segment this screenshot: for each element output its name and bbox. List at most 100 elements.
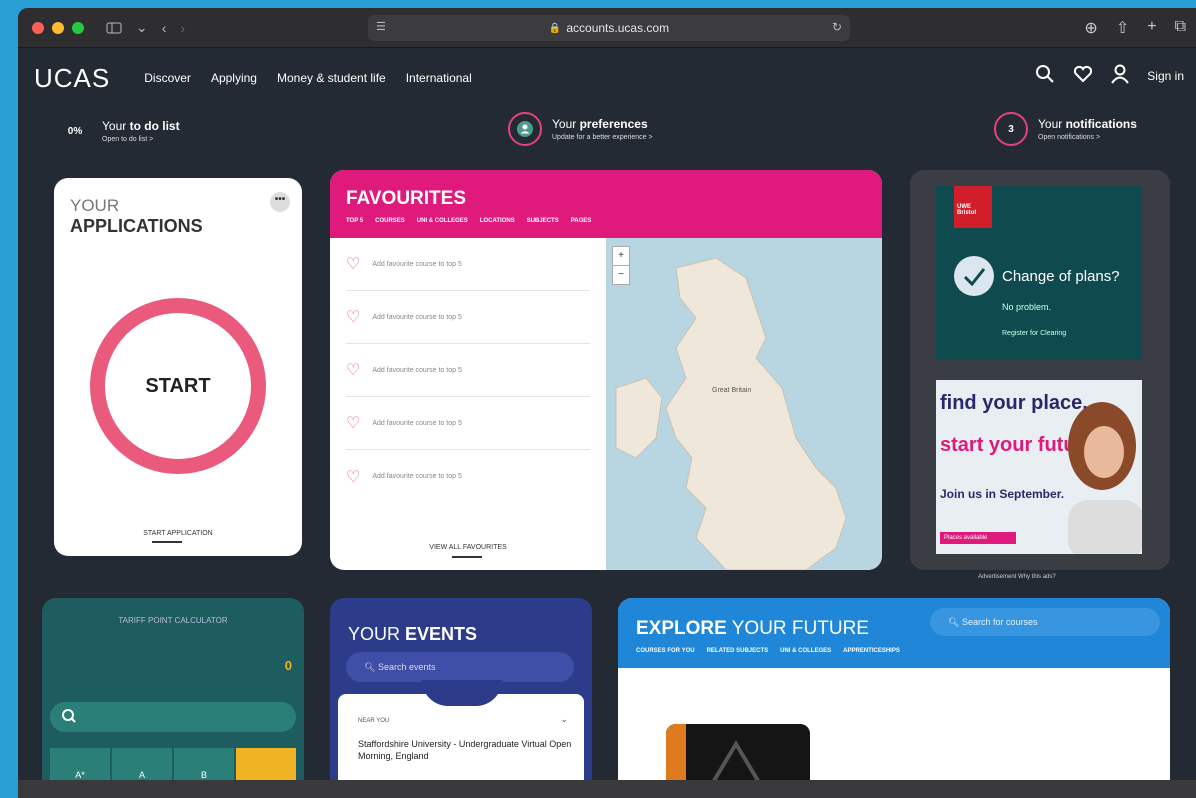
share-icon[interactable]: ⇧	[1116, 18, 1129, 38]
list-item[interactable]: ♡ Add favourite course to top 5	[346, 291, 590, 344]
tariff-total: 0	[284, 658, 292, 673]
tariff-search-input[interactable]	[50, 702, 296, 732]
minimize-window-button[interactable]	[52, 21, 64, 34]
zoom-in-button[interactable]: +	[613, 247, 629, 266]
nav-international[interactable]: International	[406, 71, 472, 85]
link-underline	[452, 556, 482, 558]
tabs-overview-icon[interactable]: ⧉	[1175, 18, 1186, 38]
downloads-icon[interactable]: ⊕	[1084, 18, 1097, 38]
search-icon[interactable]	[1035, 64, 1055, 87]
map-image: Great Britain	[615, 257, 847, 570]
notifications-link[interactable]: Open notifications >	[1038, 134, 1137, 141]
ucas-logo[interactable]: UCAS	[34, 63, 110, 94]
notifications-status[interactable]: 3 Your notifications Open notifications …	[994, 112, 1137, 146]
event-item[interactable]: Staffordshire University - Undergraduate…	[358, 738, 584, 762]
tab-apprenticeships[interactable]: APPRENTICESHIPS	[843, 648, 900, 654]
favourite-placeholder: Add favourite course to top 5	[372, 366, 462, 374]
preferences-prefix: Your	[552, 117, 580, 131]
advert-dundee[interactable]: find your place. start your future. Join…	[936, 380, 1142, 554]
forward-icon[interactable]: ›	[180, 20, 185, 36]
favourite-placeholder: Add favourite course to top 5	[372, 419, 462, 427]
applications-title-light: YOUR	[70, 196, 120, 215]
search-events-input[interactable]: 🔍︎ Search events	[346, 652, 574, 682]
back-icon[interactable]: ‹	[162, 20, 167, 36]
preferences-user-icon	[508, 112, 542, 146]
zoom-out-button[interactable]: −	[613, 266, 629, 284]
events-title: YOUR EVENTS	[348, 624, 477, 645]
heart-icon: ♡	[346, 415, 361, 432]
tab-uni-colleges[interactable]: UNI & COLLEGES	[417, 218, 468, 224]
explore-title-bold: EXPLORE	[636, 618, 727, 639]
user-icon[interactable]	[1111, 64, 1130, 87]
list-item[interactable]: ♡ Add favourite course to top 5	[346, 344, 590, 397]
more-options-button[interactable]: •••	[270, 192, 290, 212]
map-zoom-controls: + −	[612, 246, 630, 285]
view-all-favourites-link[interactable]: VIEW ALL FAVOURITES	[330, 544, 606, 551]
notifications-label: notifications	[1065, 117, 1137, 131]
reload-icon[interactable]: ↻	[832, 20, 842, 34]
register-clearing-link[interactable]: Register for Clearing	[1002, 330, 1066, 337]
near-you-label: NEAR YOU	[358, 718, 390, 724]
heart-icon: ♡	[346, 256, 361, 273]
tab-top-5[interactable]: TOP 5	[346, 218, 363, 224]
checkmark-icon	[954, 256, 994, 296]
start-application-link[interactable]: START APPLICATION	[54, 530, 302, 537]
heart-icon: ♡	[346, 309, 361, 326]
favourite-placeholder: Add favourite course to top 5	[372, 473, 462, 480]
nav-money-student-life[interactable]: Money & student life	[277, 71, 386, 85]
search-courses-input[interactable]: 🔍︎ Search for courses	[930, 608, 1160, 636]
favourites-header: FAVOURITES TOP 5 COURSES UNI & COLLEGES …	[330, 170, 882, 238]
tab-subjects[interactable]: SUBJECTS	[527, 218, 559, 224]
todo-percent: 0%	[67, 125, 83, 137]
sign-in-link[interactable]: Sign in	[1147, 69, 1184, 83]
zoom-window-button[interactable]	[72, 21, 84, 34]
tab-courses-for-you[interactable]: COURSES FOR YOU	[636, 648, 695, 654]
sidebar-icon[interactable]	[106, 22, 122, 34]
preferences-status[interactable]: Your preferences Update for a better exp…	[508, 112, 653, 146]
start-application-ring[interactable]: START	[90, 298, 266, 474]
events-title-light: YOUR	[348, 624, 406, 644]
advert-card: UWE Bristol Change of plans? No problem.…	[910, 170, 1170, 570]
todo-status[interactable]: 0% Your to do list Open to do list >	[58, 114, 180, 148]
nav-discover[interactable]: Discover	[144, 71, 191, 85]
notifications-count: 3	[994, 112, 1028, 146]
favourites-title: FAVOURITES	[346, 188, 466, 209]
places-available-button[interactable]: Places available	[940, 532, 1016, 544]
search-icon	[50, 709, 80, 736]
tariff-title: TARIFF POINT CALCULATOR	[118, 616, 228, 625]
address-bar[interactable]: ☰ 🔒 accounts.ucas.com ↻	[368, 15, 850, 41]
preferences-link[interactable]: Update for a better experience >	[552, 134, 653, 141]
new-tab-icon[interactable]: +	[1147, 18, 1156, 38]
events-card: YOUR EVENTS 🔍︎ Search events NEAR YOU ⌄ …	[330, 598, 592, 798]
advertisement-label[interactable]: Advertisement Why this ads?	[978, 574, 1056, 580]
heart-icon: ♡	[346, 468, 361, 486]
heart-icon[interactable]	[1073, 65, 1093, 86]
todo-link[interactable]: Open to do list >	[102, 136, 180, 143]
url-text: accounts.ucas.com	[566, 21, 670, 35]
chevron-down-icon[interactable]: ⌄	[136, 19, 148, 36]
explore-card: EXPLORE YOUR FUTURE COURSES FOR YOU RELA…	[618, 598, 1170, 798]
favourites-map[interactable]: Great Britain + −	[606, 238, 882, 570]
tab-pages[interactable]: PAGES	[571, 218, 592, 224]
list-item[interactable]: ♡ Add favourite course to top 5	[346, 450, 590, 503]
advert-uwe[interactable]: UWE Bristol Change of plans? No problem.…	[936, 186, 1142, 360]
dashboard-status-row: 0% Your to do list Open to do list > You…	[18, 108, 1196, 158]
tab-courses[interactable]: COURSES	[375, 218, 405, 224]
favourite-placeholder: Add favourite course to top 5	[372, 260, 462, 268]
nav-applying[interactable]: Applying	[211, 71, 257, 85]
chevron-down-icon[interactable]: ⌄	[560, 714, 568, 725]
list-item[interactable]: ♡ Add favourite course to top 5	[346, 238, 590, 291]
list-item[interactable]: ♡ Add favourite course to top 5	[346, 397, 590, 450]
panel-notch	[422, 680, 502, 706]
page-settings-icon[interactable]: ☰	[376, 20, 386, 33]
tab-locations[interactable]: LOCATIONS	[480, 218, 515, 224]
uwe-logo: UWE Bristol	[954, 186, 992, 228]
favourites-list: ♡ Add favourite course to top 5 ♡ Add favo…	[330, 238, 606, 503]
tab-uni-colleges[interactable]: UNI & COLLEGES	[780, 648, 831, 654]
events-title-bold: EVENTS	[405, 624, 478, 644]
close-window-button[interactable]	[32, 21, 44, 34]
advert-person-image	[1068, 402, 1142, 554]
site-header: UCAS Discover Applying Money & student l…	[18, 48, 1196, 108]
tab-related-subjects[interactable]: RELATED SUBJECTS	[707, 648, 769, 654]
search-events-placeholder: Search events	[377, 662, 436, 672]
